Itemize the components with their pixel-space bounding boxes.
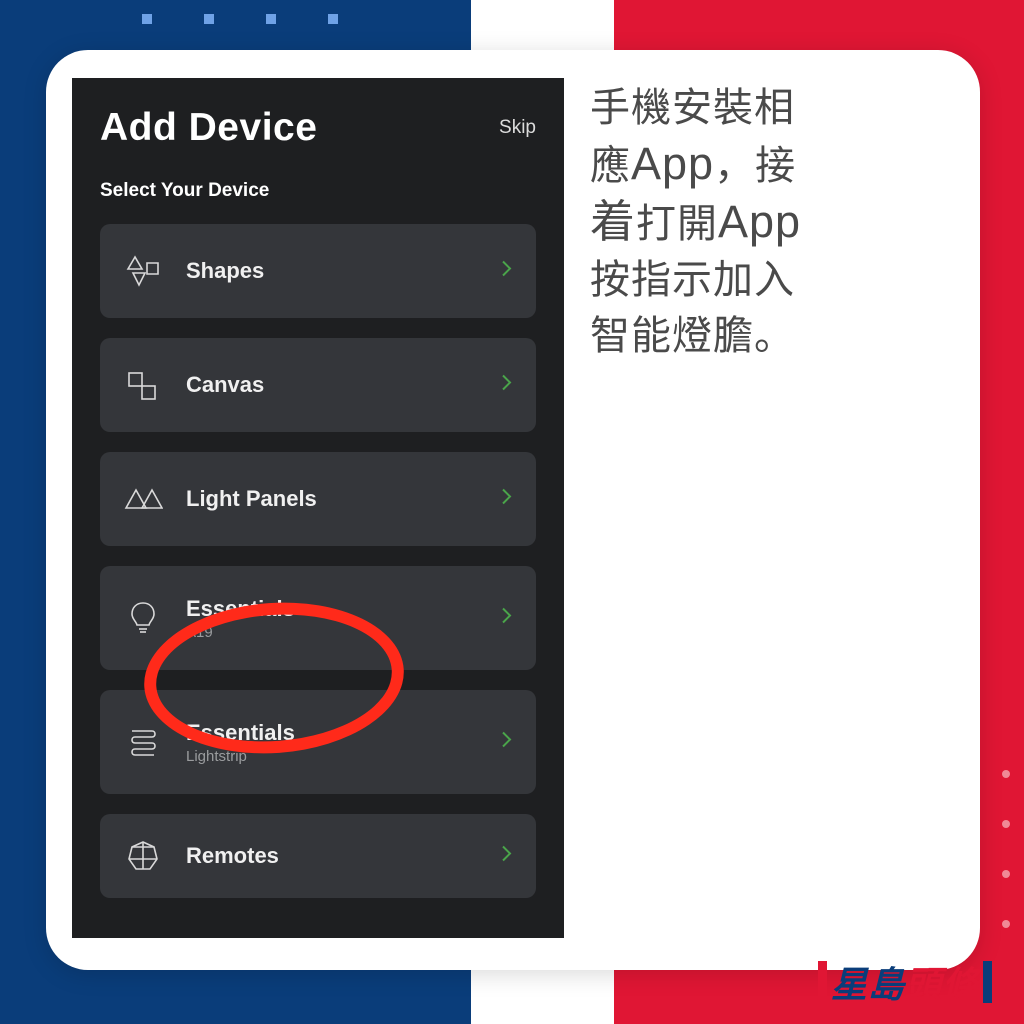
remotes-icon xyxy=(122,839,164,873)
device-row-canvas[interactable]: Canvas xyxy=(100,338,536,432)
phone-screenshot: Add Device Skip Select Your Device Shape… xyxy=(72,78,564,938)
chevron-right-icon xyxy=(500,606,514,631)
caption-text: 手機安裝相 應App，接 着打開App 按指示加入 智能燈膽。 xyxy=(564,78,954,942)
device-row-shapes[interactable]: Shapes xyxy=(100,224,536,318)
skip-button[interactable]: Skip xyxy=(499,117,536,139)
chevron-right-icon xyxy=(500,259,514,284)
caption-line: 智能燈膽。 xyxy=(590,314,795,358)
device-label: Canvas xyxy=(186,372,264,398)
device-label: Remotes xyxy=(186,843,279,869)
device-label: Light Panels xyxy=(186,486,317,512)
device-sublabel: A19 xyxy=(186,624,295,641)
caption-line: 應 xyxy=(590,144,631,188)
light-panels-icon xyxy=(122,484,164,514)
chevron-right-icon xyxy=(500,844,514,869)
device-label: Essentials xyxy=(186,720,295,746)
content-card: Add Device Skip Select Your Device Shape… xyxy=(46,50,980,970)
caption-line: 手機安裝相 xyxy=(590,86,795,130)
device-sublabel: Lightstrip xyxy=(186,748,295,765)
device-label: Essentials xyxy=(186,596,295,622)
lightstrip-icon xyxy=(122,725,164,759)
decor-dots-right xyxy=(1002,770,1010,928)
chevron-right-icon xyxy=(500,730,514,755)
canvas-icon xyxy=(122,367,164,403)
section-subtitle: Select Your Device xyxy=(100,180,536,202)
caption-line: 着 xyxy=(590,196,636,247)
brand-badge: 星島頭條 xyxy=(818,956,992,1008)
device-row-essentials-a19[interactable]: Essentials A19 xyxy=(100,566,536,670)
device-row-remotes[interactable]: Remotes xyxy=(100,814,536,898)
brand-text-b: 頭條 xyxy=(905,956,979,1008)
caption-line: 按指示加入 xyxy=(590,258,795,302)
device-label: Shapes xyxy=(186,258,264,284)
caption-line: App xyxy=(631,138,714,189)
caption-line: 打開 xyxy=(636,202,718,246)
chevron-right-icon xyxy=(500,487,514,512)
bulb-icon xyxy=(122,600,164,636)
brand-text-a: 星島 xyxy=(831,956,905,1008)
device-row-light-panels[interactable]: Light Panels xyxy=(100,452,536,546)
decor-dots-top xyxy=(142,14,338,24)
page-title: Add Device xyxy=(100,106,317,150)
shapes-icon xyxy=(122,253,164,289)
chevron-right-icon xyxy=(500,373,514,398)
device-row-essentials-lightstrip[interactable]: Essentials Lightstrip xyxy=(100,690,536,794)
caption-line: App xyxy=(718,196,801,247)
caption-line: ，接 xyxy=(714,144,796,188)
